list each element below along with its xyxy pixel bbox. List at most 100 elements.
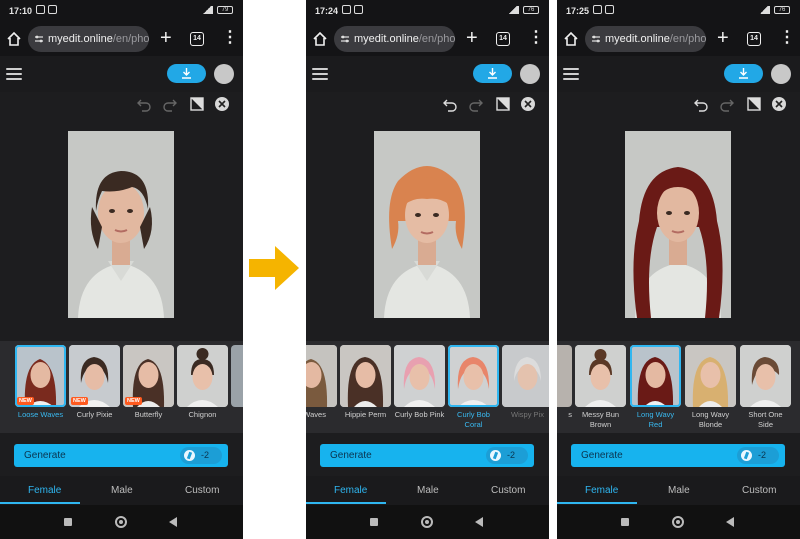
url-path: /en/phot	[112, 33, 149, 45]
generate-button[interactable]: Generate -2	[14, 444, 228, 467]
home-nav-icon[interactable]	[115, 516, 127, 528]
menu-icon[interactable]	[312, 68, 328, 80]
plus-icon[interactable]: +	[717, 28, 729, 48]
battery-icon: 79	[217, 6, 233, 14]
hairstyle-thumb[interactable]: NEW Loose Waves	[15, 345, 66, 420]
home-icon[interactable]	[312, 31, 328, 47]
address-bar[interactable]: myedit.online/en/phot	[28, 26, 149, 52]
hairstyle-thumb[interactable]: s	[557, 345, 572, 420]
active-tab-indicator	[557, 502, 637, 504]
hairstyle-thumb[interactable]: Short One Side	[740, 345, 791, 430]
thumb-label: Hippie Perm	[344, 410, 387, 419]
portrait-image	[374, 131, 480, 318]
tabs-icon[interactable]: 14	[190, 32, 204, 46]
more-icon[interactable]: ⋮	[528, 28, 544, 48]
eraser-icon[interactable]	[495, 96, 511, 112]
tab-male[interactable]: Male	[668, 485, 690, 496]
hairstyle-thumb[interactable]: Messy Bun Brown	[575, 345, 626, 430]
avatar[interactable]	[520, 64, 540, 84]
redo-icon[interactable]	[468, 96, 484, 112]
hairstyle-thumb[interactable]: Curly Bob Pink	[394, 345, 445, 420]
hairstyle-thumb[interactable]: Hippie Perm	[340, 345, 391, 420]
status-bar: 17:25 76	[557, 0, 800, 22]
recents-icon[interactable]	[370, 518, 378, 526]
app-header	[0, 56, 243, 92]
tab-custom[interactable]: Custom	[742, 485, 776, 496]
undo-icon[interactable]	[442, 96, 458, 112]
back-icon[interactable]	[169, 517, 177, 527]
hairstyle-thumb[interactable]: Curly Bob Coral	[448, 345, 499, 430]
tab-custom[interactable]: Custom	[491, 485, 525, 496]
notification-icons	[342, 5, 363, 14]
tabs-icon[interactable]: 14	[747, 32, 761, 46]
hairstyle-carousel[interactable]: e Waves Hippie Perm Curly Bob Pink Curly…	[306, 341, 549, 433]
tune-icon[interactable]	[340, 34, 350, 44]
hairstyle-thumb[interactable]: e Waves	[306, 345, 337, 420]
download-button[interactable]	[473, 64, 512, 83]
back-icon[interactable]	[726, 517, 734, 527]
generate-button[interactable]: Generate -2	[320, 444, 534, 467]
tab-female[interactable]: Female	[585, 485, 618, 496]
tab-female[interactable]: Female	[28, 485, 61, 496]
portrait-image	[68, 131, 174, 318]
tab-custom[interactable]: Custom	[185, 485, 219, 496]
redo-icon[interactable]	[162, 96, 178, 112]
hairstyle-thumb[interactable]: NEW Butterfly	[123, 345, 174, 420]
download-button[interactable]	[167, 64, 206, 83]
back-icon[interactable]	[475, 517, 483, 527]
home-nav-icon[interactable]	[672, 516, 684, 528]
menu-icon[interactable]	[6, 68, 22, 80]
address-bar[interactable]: myedit.online/en/phot	[334, 26, 455, 52]
thumb-label: Wispy Pix	[511, 410, 544, 419]
eraser-icon[interactable]	[189, 96, 205, 112]
notification-icon	[593, 5, 602, 14]
close-icon[interactable]	[214, 96, 230, 112]
recents-icon[interactable]	[64, 518, 72, 526]
plus-icon[interactable]: +	[160, 28, 172, 48]
tabs-icon[interactable]: 14	[496, 32, 510, 46]
undo-icon[interactable]	[136, 96, 152, 112]
tune-icon[interactable]	[591, 34, 601, 44]
undo-icon[interactable]	[693, 96, 709, 112]
download-button[interactable]	[724, 64, 763, 83]
menu-icon[interactable]	[563, 68, 579, 80]
home-nav-icon[interactable]	[421, 516, 433, 528]
hairstyle-carousel[interactable]: s Messy Bun Brown Long Wavy Red Long Wav…	[557, 341, 800, 433]
eraser-icon[interactable]	[746, 96, 762, 112]
hairstyle-thumb[interactable]: Long Wavy Blonde	[685, 345, 736, 430]
hairstyle-thumb[interactable]: Long Wavy Red	[630, 345, 681, 430]
tune-icon[interactable]	[34, 34, 44, 44]
close-icon[interactable]	[520, 96, 536, 112]
hairstyle-thumb[interactable]: Wispy Pix	[502, 345, 549, 420]
tab-male[interactable]: Male	[417, 485, 439, 496]
more-icon[interactable]: ⋮	[779, 28, 795, 48]
home-icon[interactable]	[6, 31, 22, 47]
notification-icon	[36, 5, 45, 14]
generate-label: Generate	[24, 450, 66, 461]
recents-icon[interactable]	[621, 518, 629, 526]
hairstyle-thumb[interactable]: Ca	[231, 345, 243, 420]
address-bar[interactable]: myedit.online/en/phot	[585, 26, 706, 52]
notification-icon	[354, 5, 363, 14]
arrow-right-icon	[249, 246, 299, 290]
avatar[interactable]	[214, 64, 234, 84]
thumb-label: Loose Waves	[17, 410, 64, 419]
more-icon[interactable]: ⋮	[222, 28, 238, 48]
close-icon[interactable]	[771, 96, 787, 112]
redo-icon[interactable]	[719, 96, 735, 112]
url-text: myedit.online/en/phot	[354, 33, 455, 45]
home-icon[interactable]	[563, 31, 579, 47]
hairstyle-thumb[interactable]: NEW Curly Pixie	[69, 345, 120, 420]
hairstyle-carousel[interactable]: NEW Loose Waves NEW Curly Pixie NEW Butt…	[0, 341, 243, 433]
browser-toolbar: myedit.online/en/phot + 14 ⋮	[0, 22, 243, 56]
download-icon	[488, 68, 497, 79]
hairstyle-thumb[interactable]: Chignon	[177, 345, 228, 420]
credit-cost: -2	[737, 447, 779, 464]
tab-male[interactable]: Male	[111, 485, 133, 496]
notification-icons	[36, 5, 57, 14]
thumb-label: Curly Bob Pink	[394, 410, 445, 419]
plus-icon[interactable]: +	[466, 28, 478, 48]
generate-button[interactable]: Generate -2	[571, 444, 785, 467]
avatar[interactable]	[771, 64, 791, 84]
tab-female[interactable]: Female	[334, 485, 367, 496]
